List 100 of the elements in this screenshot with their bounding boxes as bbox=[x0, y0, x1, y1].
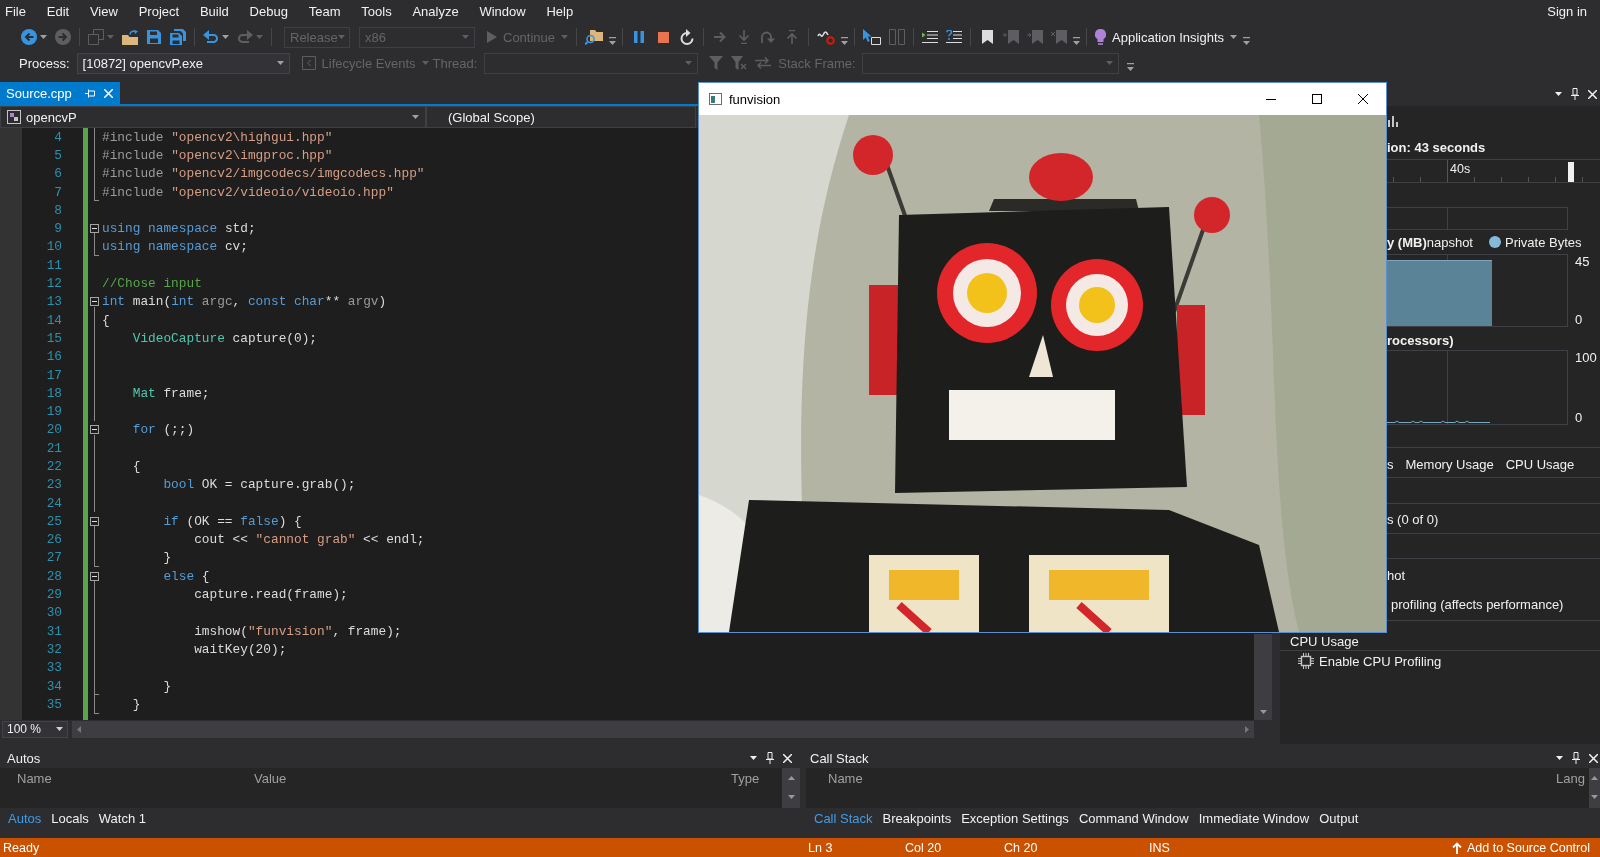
collapse-icon[interactable] bbox=[90, 224, 99, 234]
lightbulb-icon[interactable] bbox=[1095, 29, 1107, 45]
line-number: 4 bbox=[54, 129, 62, 145]
caret-icon[interactable] bbox=[40, 35, 47, 39]
collapse-icon[interactable] bbox=[90, 425, 99, 435]
code-line: if (OK == false) { bbox=[163, 513, 302, 529]
close-icon[interactable] bbox=[1358, 94, 1368, 104]
insert-mode: INS bbox=[1149, 840, 1170, 855]
horizontal-scrollbar[interactable] bbox=[72, 720, 1254, 738]
menu-item[interactable]: Edit bbox=[36, 2, 80, 22]
heap-profiling-button[interactable]: profiling (affects performance) bbox=[1391, 596, 1564, 612]
code-line: #include "opencv2\highgui.hpp" bbox=[102, 129, 333, 145]
menu-item[interactable]: File bbox=[0, 2, 37, 22]
indent-lines-icon[interactable] bbox=[922, 31, 939, 43]
overflow-caret-icon[interactable] bbox=[1073, 37, 1081, 45]
line-number: 5 bbox=[54, 147, 62, 163]
column-header[interactable]: Name bbox=[17, 770, 52, 786]
overflow-caret-icon[interactable] bbox=[609, 37, 617, 45]
menu-item[interactable]: Build bbox=[189, 2, 240, 22]
maximize-icon[interactable] bbox=[1312, 94, 1322, 104]
caret-icon[interactable] bbox=[1230, 35, 1238, 39]
code-line: Mat frame; bbox=[132, 385, 210, 401]
axis-label: 0 bbox=[1575, 410, 1584, 425]
collapse-icon[interactable] bbox=[90, 516, 99, 526]
caret-icon[interactable] bbox=[1555, 92, 1562, 96]
scroll-down-icon[interactable] bbox=[1259, 710, 1267, 714]
column-header[interactable]: Type bbox=[731, 770, 760, 786]
axis-label: 100 bbox=[1575, 350, 1597, 365]
tab[interactable]: Autos bbox=[3, 810, 47, 826]
pin-icon[interactable] bbox=[766, 752, 774, 764]
source-control-button[interactable]: Add to Source Control bbox=[1452, 840, 1590, 855]
line-number: 23 bbox=[46, 477, 62, 493]
snapshot-button[interactable]: hot bbox=[1387, 567, 1406, 583]
back-arrow-icon[interactable] bbox=[21, 29, 37, 45]
tab[interactable]: Immediate Window bbox=[1193, 810, 1315, 826]
vertical-scrollbar[interactable] bbox=[1254, 634, 1272, 720]
code-line: #include "opencv2/imgcodecs/imgcodecs.hpp" bbox=[102, 166, 425, 182]
line-number: 13 bbox=[46, 294, 62, 310]
scroll-down-icon[interactable] bbox=[787, 795, 795, 799]
pin-icon[interactable] bbox=[1572, 752, 1580, 764]
tab[interactable]: Memory Usage bbox=[1405, 456, 1494, 472]
tab[interactable]: s bbox=[1387, 456, 1394, 472]
line-number: 26 bbox=[46, 532, 62, 548]
enable-cpu-profiling-button[interactable]: Enable CPU Profiling bbox=[1298, 653, 1442, 669]
zoom-dropdown[interactable]: 100 % bbox=[2, 720, 68, 738]
process-dropdown[interactable]: [10872] opencvP.exe bbox=[76, 52, 290, 74]
menu-item[interactable]: Analyze bbox=[402, 2, 470, 22]
caret-icon[interactable] bbox=[56, 727, 63, 731]
chip-icon[interactable] bbox=[1298, 653, 1314, 669]
stop-icon[interactable] bbox=[657, 31, 669, 43]
overflow-caret-icon[interactable] bbox=[841, 37, 849, 45]
overflow-caret-icon[interactable] bbox=[1243, 37, 1251, 45]
tab[interactable]: Breakpoints bbox=[877, 810, 957, 826]
sign-in-link[interactable]: Sign in bbox=[1547, 2, 1587, 22]
minimize-icon[interactable] bbox=[1266, 98, 1276, 100]
column-header[interactable]: Lang bbox=[1556, 770, 1585, 786]
scroll-right-icon[interactable] bbox=[1245, 725, 1249, 733]
menu-item[interactable]: Team bbox=[298, 2, 351, 22]
caret-icon[interactable] bbox=[412, 115, 419, 119]
application-insights-button[interactable]: Application Insights bbox=[1091, 26, 1242, 48]
tab[interactable]: Command Window bbox=[1073, 810, 1194, 826]
tab[interactable]: Call Stack bbox=[809, 810, 878, 826]
tab[interactable]: Watch 1 bbox=[93, 810, 152, 826]
menu-item[interactable]: Help bbox=[536, 2, 584, 22]
caret-icon[interactable] bbox=[222, 35, 229, 39]
column-header[interactable]: Value bbox=[254, 770, 287, 786]
caret-icon[interactable] bbox=[1556, 756, 1563, 760]
tab[interactable]: Exception Settings bbox=[956, 810, 1074, 826]
menu-item[interactable]: Window bbox=[469, 2, 537, 22]
scroll-down-icon[interactable] bbox=[1591, 795, 1598, 799]
scroll-up-icon[interactable] bbox=[1591, 776, 1598, 780]
process-label: Process: bbox=[19, 55, 70, 71]
collapse-icon[interactable] bbox=[90, 571, 99, 581]
scope-dropdown[interactable]: (Global Scope) bbox=[426, 106, 696, 128]
tab[interactable]: Output bbox=[1314, 810, 1364, 826]
pin-icon[interactable] bbox=[1571, 88, 1579, 100]
bar-chart-icon[interactable] bbox=[1388, 115, 1398, 127]
column-header[interactable]: Name bbox=[828, 770, 863, 786]
menu-item[interactable]: Debug bbox=[239, 2, 299, 22]
collapse-icon[interactable] bbox=[90, 297, 99, 307]
scroll-up-icon[interactable] bbox=[787, 776, 795, 780]
line-number: 19 bbox=[46, 404, 62, 420]
menu-item[interactable]: Project bbox=[128, 2, 190, 22]
bookmark-icon[interactable] bbox=[981, 30, 993, 44]
vertical-scrollbar[interactable] bbox=[1589, 768, 1600, 808]
playhead-marker[interactable] bbox=[1568, 162, 1574, 182]
tab[interactable]: Locals bbox=[46, 810, 94, 826]
undo-icon[interactable] bbox=[203, 30, 219, 44]
caret-icon[interactable] bbox=[750, 756, 757, 760]
grid-square-icon[interactable] bbox=[7, 110, 21, 124]
pause-icon[interactable] bbox=[634, 31, 645, 43]
menu-item[interactable]: Tools bbox=[350, 2, 403, 22]
menu-item[interactable]: View bbox=[79, 2, 129, 22]
vertical-scrollbar[interactable] bbox=[782, 768, 800, 808]
project-dropdown[interactable]: opencvP bbox=[0, 106, 426, 128]
line-number: 14 bbox=[46, 312, 62, 328]
overflow-caret-icon[interactable] bbox=[1126, 63, 1134, 71]
tab[interactable]: CPU Usage bbox=[1505, 456, 1575, 472]
scroll-left-icon[interactable] bbox=[77, 725, 81, 733]
events-toggle[interactable]: s (0 of 0) bbox=[1387, 511, 1439, 527]
